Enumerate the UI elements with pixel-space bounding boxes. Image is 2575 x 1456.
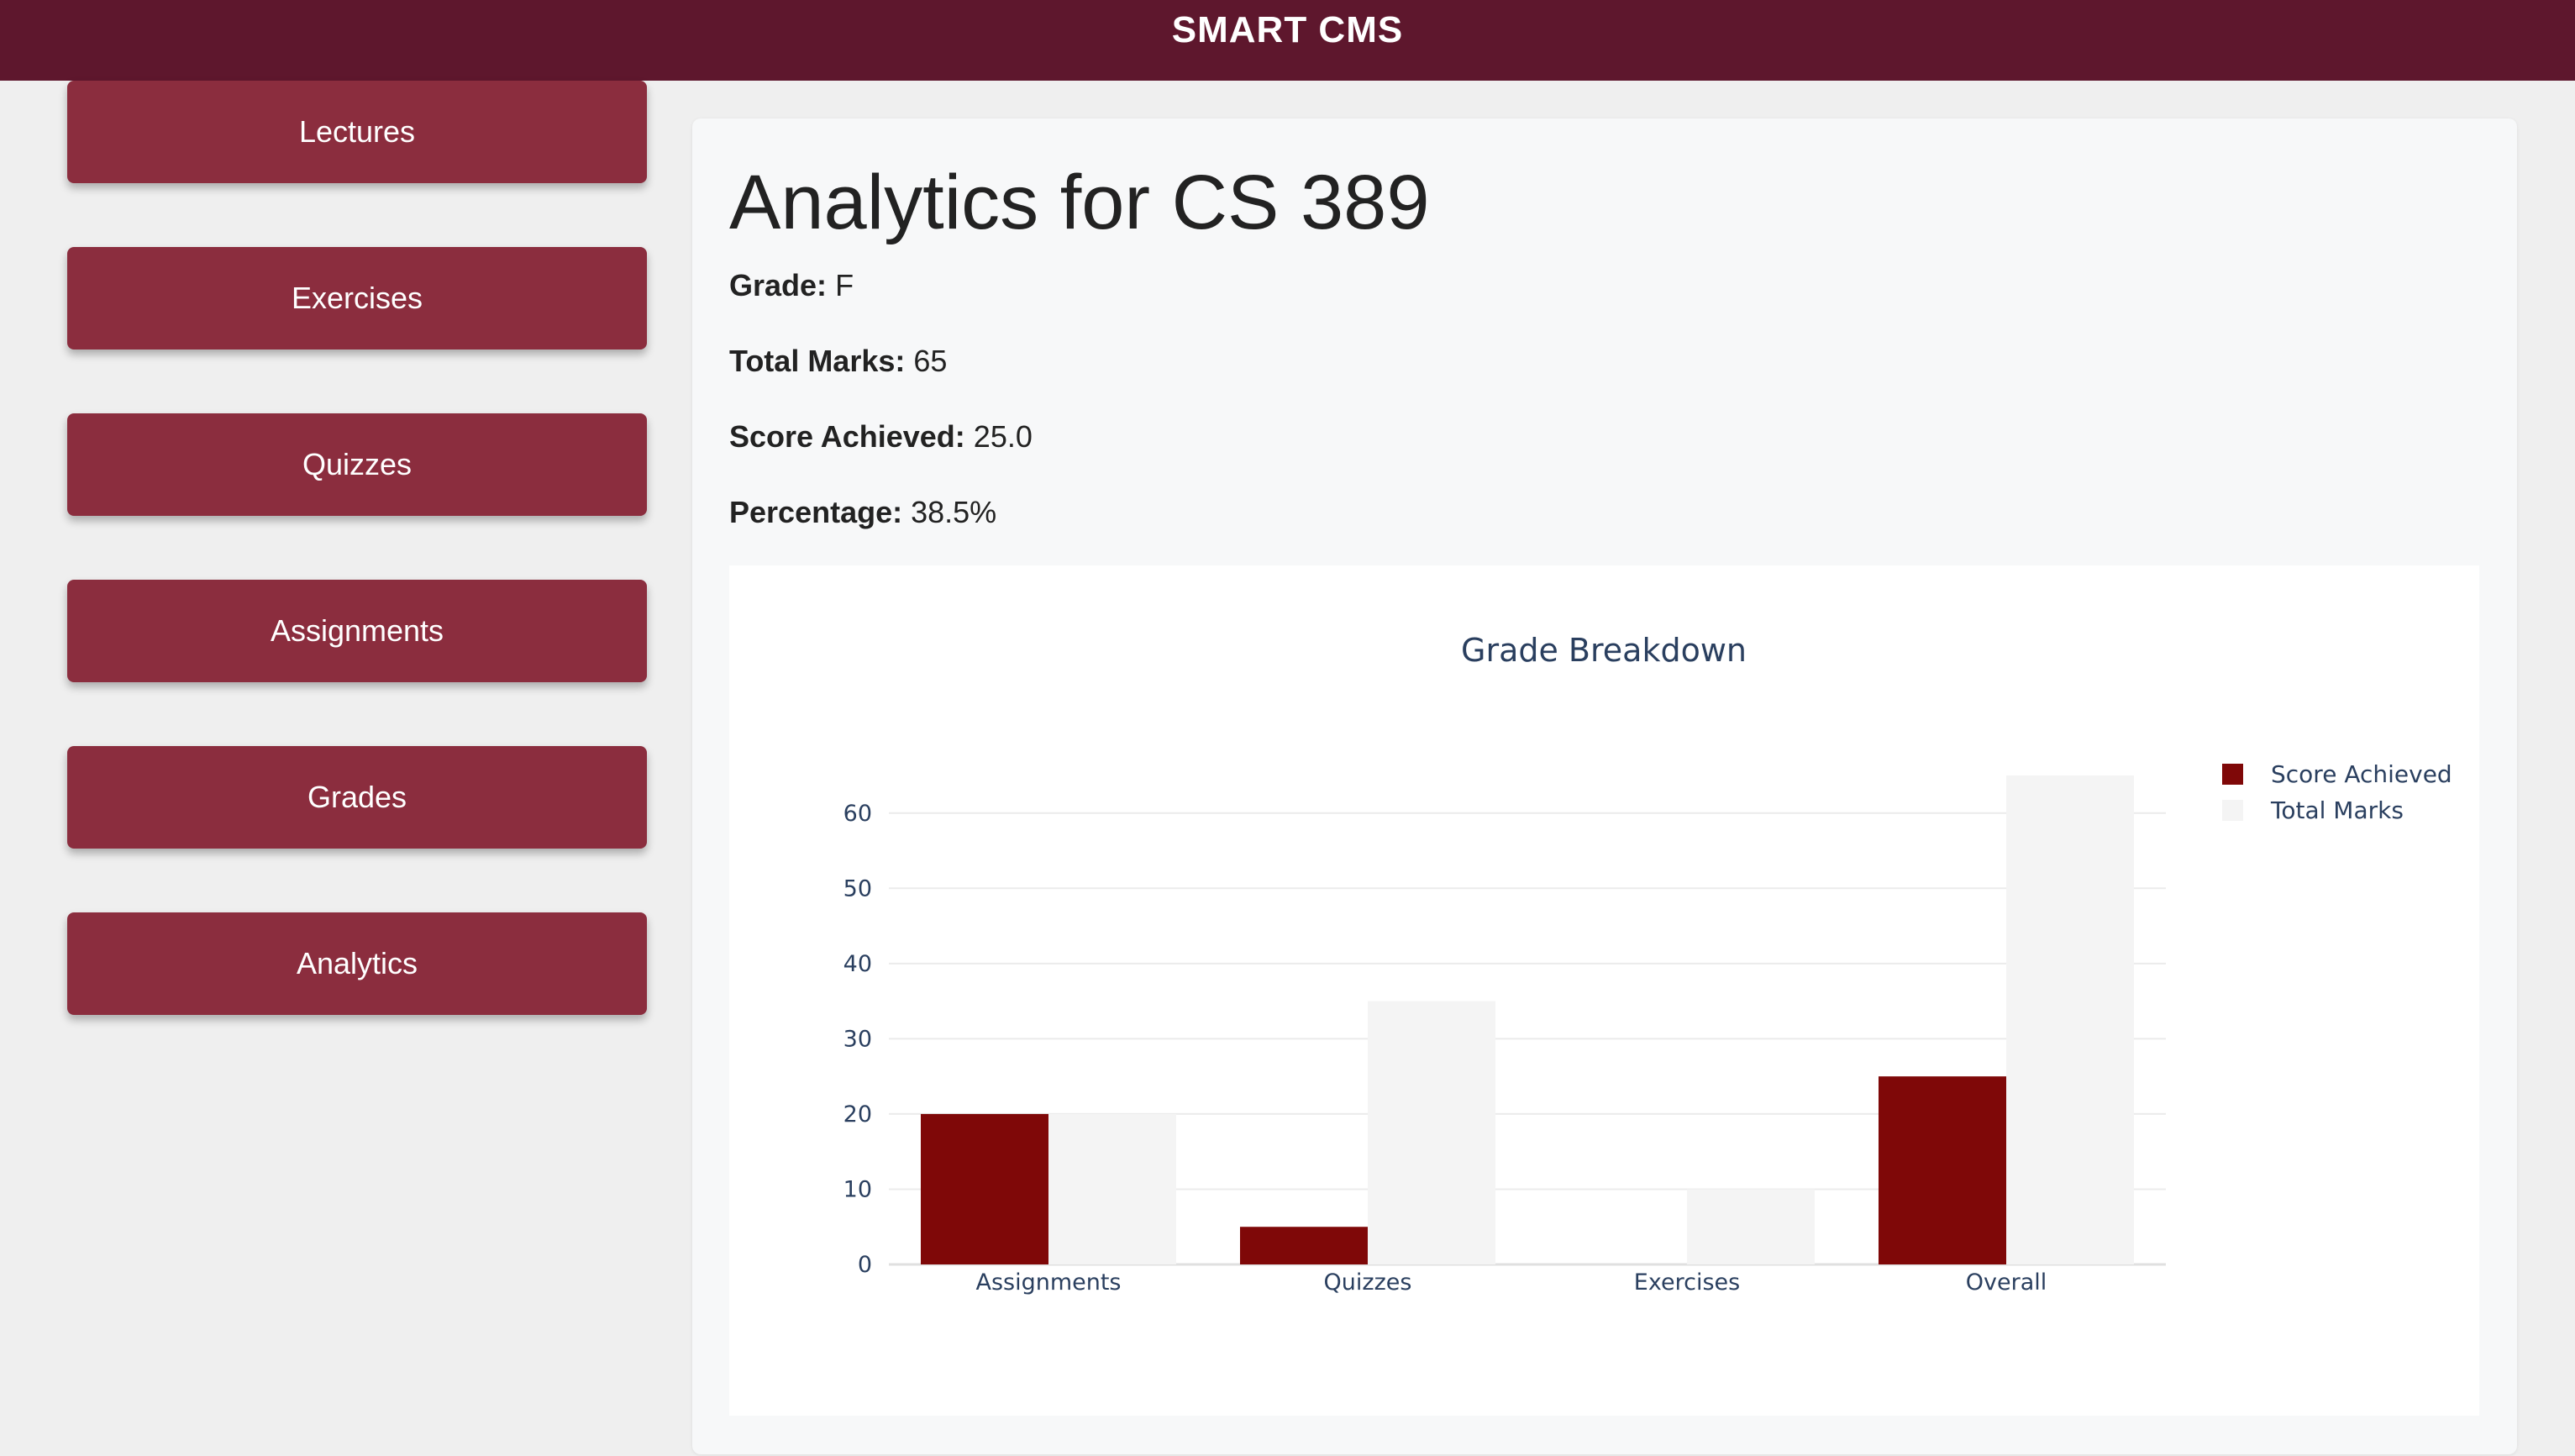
legend-swatch[interactable] (2222, 800, 2243, 821)
analytics-panel: Analytics for CS 389 Grade: F Total Mark… (692, 118, 2517, 1454)
legend-swatch[interactable] (2222, 764, 2243, 785)
bar-total-marks[interactable] (1048, 1113, 1176, 1264)
grade-breakdown-chart: Grade Breakdown 0 10 20 30 40 50 60 Assignments… (729, 565, 2479, 1416)
app-title: SMART CMS (1171, 9, 1404, 50)
percentage-label: Percentage: (729, 495, 903, 529)
y-tick-label: 40 (843, 951, 872, 977)
percentage-value: 38.5% (911, 495, 997, 529)
bar-total-marks[interactable] (1687, 1189, 1815, 1264)
sidebar-item-grades[interactable]: Grades (67, 746, 647, 849)
bar-score-achieved[interactable] (1240, 1227, 1368, 1264)
legend-label[interactable]: Score Achieved (2271, 760, 2452, 788)
sidebar-item-lectures[interactable]: Lectures (67, 81, 647, 183)
legend-label[interactable]: Total Marks (2270, 796, 2404, 824)
y-tick-label: 10 (843, 1176, 872, 1202)
grade-value: F (835, 268, 854, 302)
sidebar-item-assignments[interactable]: Assignments (67, 580, 647, 682)
y-tick-label: 0 (858, 1252, 872, 1278)
grade-stat: Grade: F (729, 268, 854, 303)
total-marks-stat: Total Marks: 65 (729, 344, 947, 379)
sidebar-item-exercises[interactable]: Exercises (67, 247, 647, 350)
total-marks-label: Total Marks: (729, 344, 906, 378)
y-tick-label: 50 (843, 875, 872, 901)
bar-score-achieved[interactable] (1879, 1076, 2006, 1264)
score-achieved-value: 25.0 (973, 419, 1033, 454)
x-tick-label: Assignments (975, 1269, 1121, 1296)
x-tick-label: Overall (1966, 1269, 2047, 1296)
bar-total-marks[interactable] (2006, 775, 2134, 1264)
bar-total-marks[interactable] (1368, 1001, 1495, 1264)
x-tick-label: Exercises (1634, 1269, 1740, 1296)
sidebar-item-quizzes[interactable]: Quizzes (67, 413, 647, 516)
y-tick-label: 30 (843, 1026, 872, 1052)
total-marks-value: 65 (913, 344, 948, 378)
chart-legend[interactable]: Score Achieved Total Marks (2222, 760, 2452, 824)
chart-svg: Grade Breakdown 0 10 20 30 40 50 60 Assignments… (843, 632, 2452, 1296)
score-achieved-label: Score Achieved: (729, 419, 965, 454)
y-tick-label: 20 (843, 1101, 872, 1127)
bar-score-achieved[interactable] (921, 1113, 1048, 1264)
sidebar-item-analytics[interactable]: Analytics (67, 912, 647, 1015)
y-tick-label: 60 (843, 801, 872, 827)
score-achieved-stat: Score Achieved: 25.0 (729, 419, 1033, 455)
page-title: Analytics for CS 389 (729, 160, 1430, 245)
x-tick-label: Quizzes (1324, 1269, 1412, 1296)
top-header-bar: SMART CMS (0, 0, 2575, 81)
chart-title: Grade Breakdown (1461, 632, 1747, 669)
grade-label: Grade: (729, 268, 828, 302)
chart-bars (921, 775, 2134, 1264)
percentage-stat: Percentage: 38.5% (729, 495, 996, 530)
